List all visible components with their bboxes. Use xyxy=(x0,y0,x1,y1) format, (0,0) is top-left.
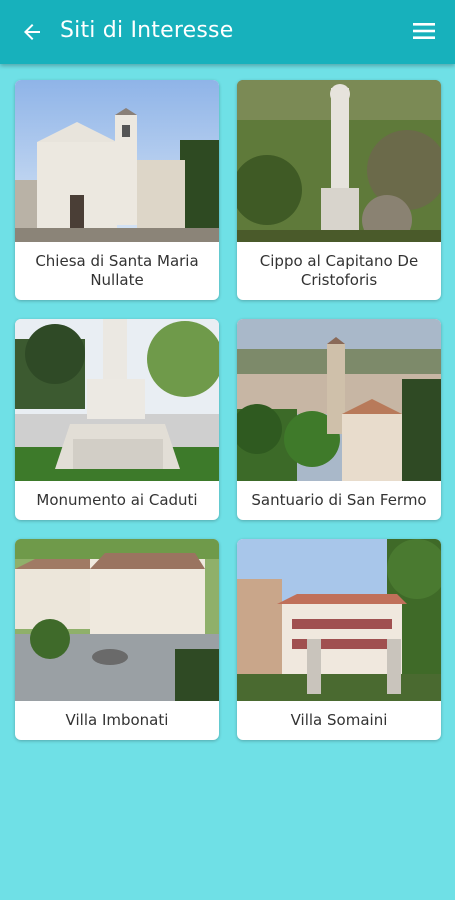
site-card-villa-imbonati[interactable]: Villa Imbonati xyxy=(15,539,219,740)
page-title: Siti di Interesse xyxy=(60,18,234,43)
site-photo xyxy=(237,80,441,242)
hamburger-menu-icon[interactable] xyxy=(413,22,435,40)
site-label: Villa Somaini xyxy=(290,711,388,729)
site-photo xyxy=(15,80,219,242)
site-label: Villa Imbonati xyxy=(65,711,169,729)
site-card-cippo[interactable]: Cippo al Capitano De Cristoforis xyxy=(237,80,441,300)
arrow-left-icon[interactable] xyxy=(20,20,44,44)
sites-grid: Chiesa di Santa Maria Nullate Cippo al C… xyxy=(15,80,441,740)
site-card-chiesa[interactable]: Chiesa di Santa Maria Nullate xyxy=(15,80,219,300)
site-photo xyxy=(237,539,441,701)
site-card-monumento[interactable]: Monumento ai Caduti xyxy=(15,319,219,520)
site-photo xyxy=(237,319,441,481)
site-photo xyxy=(15,539,219,701)
site-photo xyxy=(15,319,219,481)
site-label: Monumento ai Caduti xyxy=(36,491,198,509)
site-card-villa-somaini[interactable]: Villa Somaini xyxy=(237,539,441,740)
site-label: Santuario di San Fermo xyxy=(251,491,427,509)
site-label: Cippo al Capitano De Cristoforis xyxy=(259,252,419,289)
site-label: Chiesa di Santa Maria Nullate xyxy=(35,252,199,289)
site-card-santuario[interactable]: Santuario di San Fermo xyxy=(237,319,441,520)
app-bar: Siti di Interesse xyxy=(0,0,455,64)
